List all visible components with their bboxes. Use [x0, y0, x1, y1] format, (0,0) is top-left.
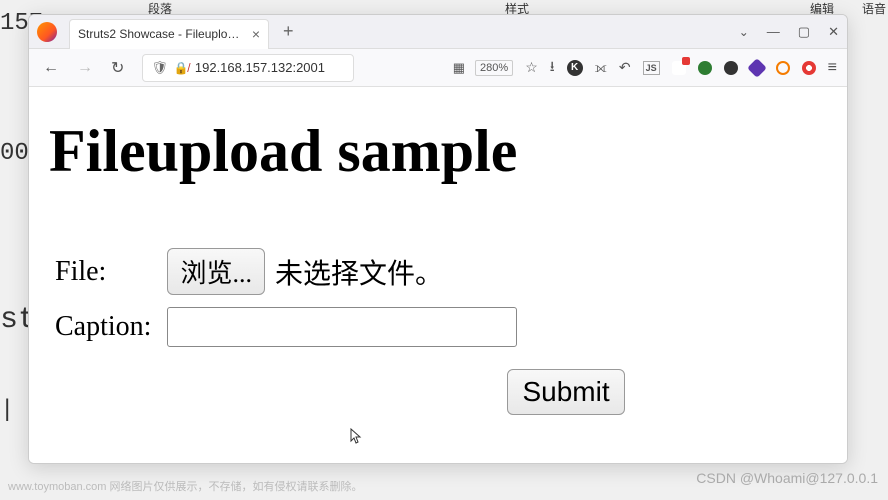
file-label: File: [55, 248, 161, 295]
undo-icon[interactable]: ↶ [619, 59, 631, 76]
zoom-level[interactable]: 280% [475, 60, 513, 76]
bg-fragment: 00 [0, 140, 29, 167]
browser-tab[interactable]: Struts2 Showcase - Fileupload sa × [69, 19, 269, 49]
reload-button[interactable]: ↻ [107, 54, 128, 82]
shield-icon[interactable]: 🛡 [151, 60, 168, 76]
tab-bar: Struts2 Showcase - Fileupload sa × + ⌄ ―… [29, 15, 847, 49]
hamburger-menu-icon[interactable]: ≡ [828, 59, 837, 77]
caption-row: Caption: [55, 307, 625, 347]
url-text: 192.168.157.132:2001 [195, 60, 345, 75]
new-tab-button[interactable]: + [277, 21, 300, 42]
extension-badge-icon[interactable] [672, 61, 686, 75]
watermark-bottom-left: www.toymoban.com 网络图片仅供展示，不存储，如有侵权请联系删除。 [8, 478, 362, 494]
extension-dark-icon[interactable] [724, 61, 738, 75]
submit-button[interactable]: Submit [507, 369, 624, 415]
caption-label: Caption: [55, 307, 161, 347]
page-title: Fileupload sample [49, 117, 827, 186]
close-button[interactable]: ✕ [828, 24, 839, 40]
caption-input[interactable] [167, 307, 517, 347]
crop-icon[interactable]: ⟗ [595, 59, 607, 76]
extension-opera-icon[interactable] [802, 61, 816, 75]
minimize-button[interactable]: ― [767, 24, 780, 39]
firefox-logo-icon [37, 22, 57, 42]
extension-circle-icon[interactable] [776, 61, 790, 75]
js-toggle-icon[interactable]: JS [643, 61, 660, 75]
extension-purple-icon[interactable] [747, 58, 767, 78]
extension-k-icon[interactable]: K [567, 60, 583, 76]
tab-title: Struts2 Showcase - Fileupload sa [78, 27, 246, 41]
maximize-button[interactable]: ▢ [798, 24, 810, 40]
file-status-text: 未选择文件。 [275, 252, 443, 292]
toolbar: ← → ↻ 🛡 🔒̸ 192.168.157.132:2001 ▦ 280% ☆… [29, 49, 847, 87]
upload-form: File: 浏览... 未选择文件。 Caption: Submit [49, 236, 631, 427]
forward-button[interactable]: → [73, 55, 97, 81]
extension-green-icon[interactable] [698, 61, 712, 75]
download-icon[interactable]: ⭳ [550, 56, 555, 80]
url-bar[interactable]: 🛡 🔒̸ 192.168.157.132:2001 [142, 54, 353, 82]
file-row: File: 浏览... 未选择文件。 [55, 248, 625, 295]
browser-window: Struts2 Showcase - Fileupload sa × + ⌄ ―… [28, 14, 848, 464]
back-button[interactable]: ← [39, 55, 63, 81]
tab-list-chevron-icon[interactable]: ⌄ [739, 25, 749, 39]
submit-row: Submit [55, 359, 625, 415]
qr-icon[interactable]: ▦ [453, 60, 463, 76]
browse-button[interactable]: 浏览... [167, 248, 265, 295]
insecure-lock-icon[interactable]: 🔒̸ [174, 61, 189, 75]
bookmark-star-icon[interactable]: ☆ [525, 59, 538, 76]
os-menu-item: 语音 [862, 0, 886, 17]
page-content: Fileupload sample File: 浏览... 未选择文件。 Cap… [29, 87, 847, 463]
watermark-bottom-right: CSDN @Whoami@127.0.0.1 [696, 470, 878, 486]
window-controls: ⌄ ― ▢ ✕ [739, 24, 839, 40]
tab-close-icon[interactable]: × [252, 26, 260, 42]
